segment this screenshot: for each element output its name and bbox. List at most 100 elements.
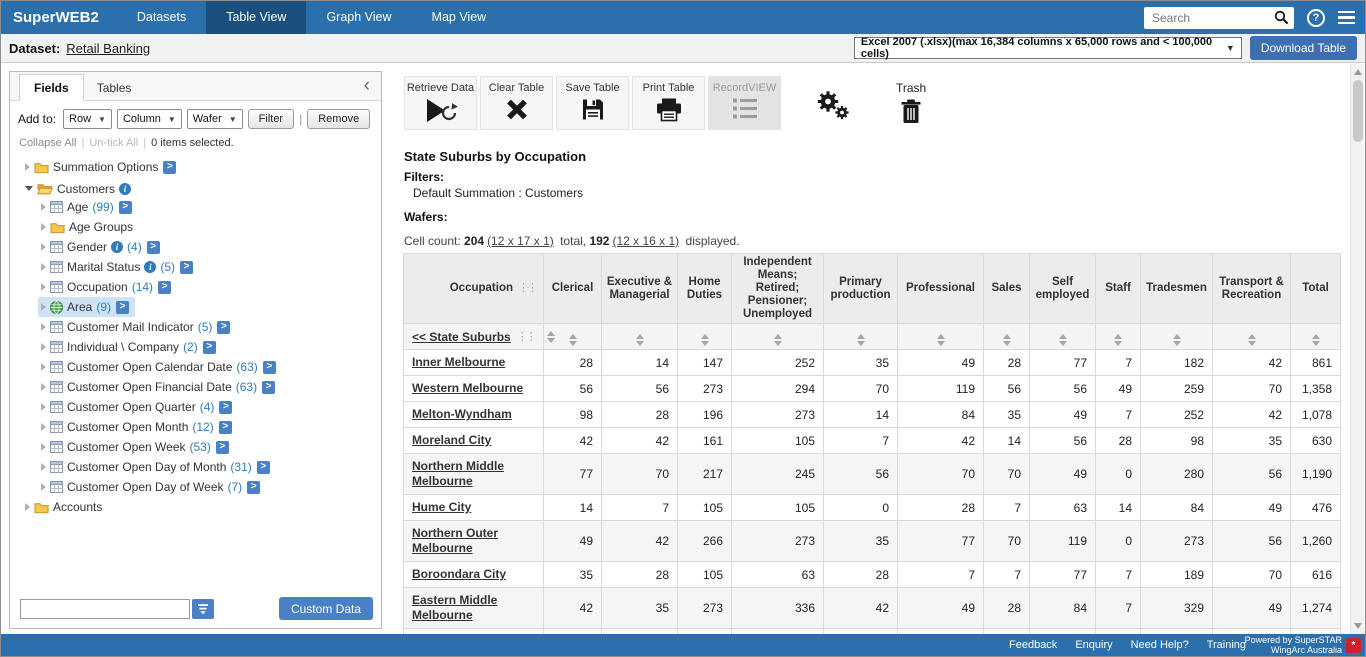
tree-item[interactable]: Accounts	[22, 497, 108, 517]
row-label-link[interactable]: Hume City	[412, 500, 471, 514]
sort-header-cell[interactable]	[824, 324, 898, 350]
tree-item[interactable]: Customersi	[22, 179, 137, 199]
expand-node-icon[interactable]	[41, 263, 46, 271]
expand-node-icon[interactable]	[41, 323, 46, 331]
trash-dropzone[interactable]: Trash	[896, 76, 926, 125]
add-field-arrow-button[interactable]: >	[116, 301, 129, 314]
tree-item[interactable]: Customer Open Financial Date(63)>	[38, 377, 281, 397]
scroll-up-icon[interactable]	[1354, 69, 1362, 75]
add-field-arrow-button[interactable]: >	[163, 161, 176, 174]
expand-node-icon[interactable]	[41, 243, 46, 251]
add-to-wafer-select[interactable]: Wafer▼	[187, 109, 243, 129]
tree-item[interactable]: Individual \ Company(2)>	[38, 337, 222, 357]
column-header[interactable]: Tradesmen	[1141, 254, 1213, 324]
search-input[interactable]	[1152, 11, 1274, 25]
expand-node-icon[interactable]	[41, 383, 46, 391]
expand-node-icon[interactable]	[25, 503, 30, 511]
download-table-button[interactable]: Download Table	[1250, 36, 1357, 60]
table-options-button[interactable]	[814, 88, 850, 124]
sort-header-cell[interactable]	[1030, 324, 1096, 350]
add-field-arrow-button[interactable]: >	[180, 261, 193, 274]
sort-icon[interactable]	[1114, 334, 1122, 346]
custom-data-button[interactable]: Custom Data	[279, 597, 373, 620]
sort-icon[interactable]	[1003, 334, 1011, 346]
sort-icon[interactable]	[547, 331, 555, 343]
expand-node-icon[interactable]	[41, 363, 46, 371]
scroll-down-icon[interactable]	[1354, 623, 1362, 629]
column-header[interactable]: Total	[1291, 254, 1341, 324]
tree-item[interactable]: Customer Open Day of Week(7)>	[38, 477, 266, 497]
search-icon[interactable]	[1274, 10, 1289, 25]
add-field-arrow-button[interactable]: >	[147, 241, 160, 254]
column-header[interactable]: Staff	[1096, 254, 1141, 324]
add-field-arrow-button[interactable]: >	[216, 441, 229, 454]
info-icon[interactable]: i	[111, 241, 123, 253]
add-field-arrow-button[interactable]: >	[257, 461, 270, 474]
add-field-arrow-button[interactable]: >	[219, 421, 232, 434]
sort-icon[interactable]	[701, 334, 709, 346]
tree-item[interactable]: Marital Statusi(5)>	[38, 257, 199, 277]
clear-table-button[interactable]: Clear Table	[480, 76, 553, 130]
row-label-link[interactable]: Western Melbourne	[412, 381, 523, 395]
scrollbar-thumb[interactable]	[1353, 80, 1363, 142]
row-dimension-link[interactable]: << State Suburbs	[412, 330, 511, 344]
drag-handle-icon[interactable]: ⋮⋮	[518, 282, 536, 295]
expand-node-icon[interactable]	[41, 203, 46, 211]
sort-header-cell[interactable]	[1096, 324, 1141, 350]
drag-handle-icon[interactable]: ⋮⋮	[517, 330, 535, 343]
expand-node-icon[interactable]	[41, 303, 46, 311]
expand-node-icon[interactable]	[41, 463, 46, 471]
add-field-arrow-button[interactable]: >	[247, 481, 260, 494]
row-label-link[interactable]: Inner Melbourne	[412, 355, 505, 369]
field-search-input[interactable]	[20, 599, 190, 619]
tree-item[interactable]: Customer Open Week(53)>	[38, 437, 235, 457]
add-field-arrow-button[interactable]: >	[158, 281, 171, 294]
expand-node-icon[interactable]	[25, 163, 30, 171]
filter-button[interactable]: Filter	[248, 109, 294, 129]
nav-tab-datasets[interactable]: Datasets	[117, 1, 206, 34]
total-dims-link[interactable]: (12 x 17 x 1)	[487, 234, 554, 248]
sort-icon[interactable]	[1248, 334, 1256, 346]
vertical-scrollbar[interactable]	[1350, 64, 1364, 634]
sort-icon[interactable]	[636, 334, 644, 346]
superstar-logo[interactable]: *	[1346, 638, 1361, 653]
add-field-arrow-button[interactable]: >	[217, 321, 230, 334]
help-icon[interactable]: ?	[1307, 9, 1325, 27]
tree-item[interactable]: Customer Open Month(12)>	[38, 417, 238, 437]
column-header[interactable]: Professional	[898, 254, 984, 324]
sort-header-cell[interactable]	[678, 324, 732, 350]
tree-item[interactable]: Genderi(4)>	[38, 237, 166, 257]
tree-item[interactable]: Customer Open Quarter(4)>	[38, 397, 238, 417]
sort-icon[interactable]	[1059, 334, 1067, 346]
add-to-row-select[interactable]: Row▼	[63, 109, 112, 129]
sort-header-cell[interactable]	[1213, 324, 1291, 350]
collapse-all-link[interactable]: Collapse All	[19, 137, 76, 149]
tree-item[interactable]: Age(99)>	[38, 197, 138, 217]
add-field-arrow-button[interactable]: >	[119, 201, 132, 214]
row-label-link[interactable]: Boroondara City	[412, 567, 506, 581]
row-label-link[interactable]: Eastern Middle Melbourne	[412, 593, 497, 622]
sort-icon[interactable]	[569, 334, 577, 346]
collapse-node-icon[interactable]	[25, 186, 33, 191]
tree-item[interactable]: Area(9)>	[38, 297, 135, 317]
nav-tab-map-view[interactable]: Map View	[412, 1, 507, 34]
save-table-button[interactable]: Save Table	[556, 76, 629, 130]
tree-item[interactable]: Customer Open Calendar Date(63)>	[38, 357, 282, 377]
tab-tables[interactable]: Tables	[84, 75, 145, 100]
column-header[interactable]: Clerical	[544, 254, 602, 324]
sort-header-cell[interactable]	[732, 324, 824, 350]
corner-header-cell[interactable]: Occupation⋮⋮	[404, 254, 544, 324]
tree-item[interactable]: Customer Open Day of Month(31)>	[38, 457, 276, 477]
add-field-arrow-button[interactable]: >	[219, 401, 232, 414]
row-label-link[interactable]: Moreland City	[412, 433, 491, 447]
add-field-arrow-button[interactable]: >	[262, 381, 275, 394]
sort-header-cell[interactable]	[1291, 324, 1341, 350]
sort-icon[interactable]	[1312, 334, 1320, 346]
nav-tab-table-view[interactable]: Table View	[206, 1, 306, 34]
hamburger-menu-icon[interactable]	[1338, 11, 1355, 25]
tree-item[interactable]: Age Groups	[38, 217, 139, 237]
expand-node-icon[interactable]	[41, 283, 46, 291]
feedback-link[interactable]: Feedback	[1009, 639, 1057, 651]
collapse-panel-icon[interactable]: ‹	[364, 76, 370, 96]
remove-button[interactable]: Remove	[307, 109, 370, 129]
